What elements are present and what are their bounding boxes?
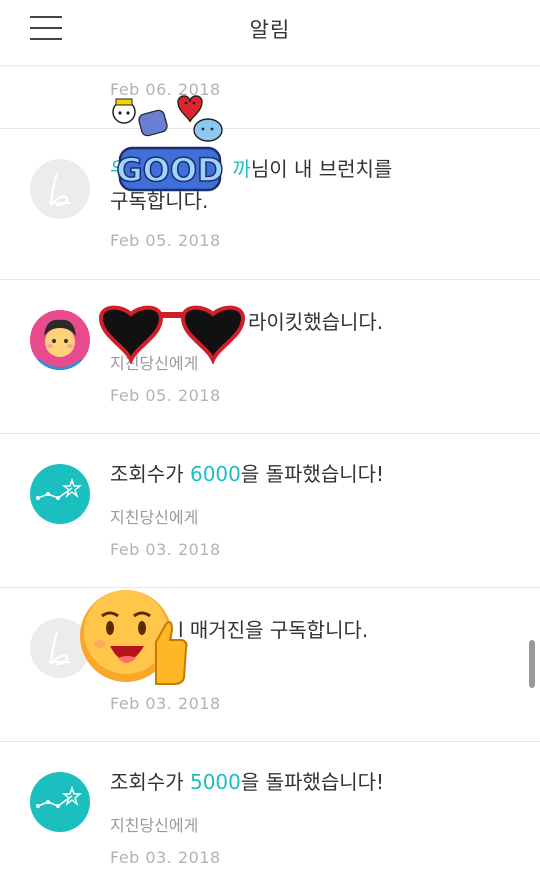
thumbs-up-emoji-sticker xyxy=(76,588,192,692)
notification-item[interactable]: Feb 06. 2018 xyxy=(0,66,540,129)
notification-date: Feb 03. 2018 xyxy=(110,694,221,713)
brunch-b-logo-icon[interactable] xyxy=(30,159,90,219)
notification-item[interactable]: 우까님이 내 브런치를 구독합니다. Feb 05. 2018 xyxy=(0,129,540,280)
notification-item[interactable]: 라이킷했습니다. 지친당신에게 Feb 05. 2018 xyxy=(0,280,540,434)
notification-date: Feb 03. 2018 xyxy=(110,848,221,867)
view-count: 5000 xyxy=(189,770,241,794)
notification-date: Feb 03. 2018 xyxy=(110,540,221,559)
heart-sunglasses-sticker xyxy=(97,302,247,366)
notification-date: Feb 05. 2018 xyxy=(110,231,221,250)
page-title: 알림 xyxy=(249,18,291,42)
notification-message: l 매거진을 구독합니다. xyxy=(178,618,369,642)
stats-graph-icon[interactable] xyxy=(30,464,90,524)
notification-message: 조회수가 5000을 돌파했습니다! xyxy=(110,770,385,794)
app-header: 알림 xyxy=(0,0,540,66)
notification-message: 조회수가 6000을 돌파했습니다! xyxy=(110,462,385,486)
notification-date: Feb 05. 2018 xyxy=(110,386,221,405)
notification-message: 라이킷했습니다. xyxy=(248,310,384,334)
notification-item[interactable]: 조회수가 6000을 돌파했습니다! 지친당신에게 Feb 03. 2018 xyxy=(0,434,540,588)
magazine-name: 지친당신에게 xyxy=(110,816,199,835)
svg-text:GOOD: GOOD xyxy=(116,151,223,189)
stats-graph-icon[interactable] xyxy=(30,772,90,832)
magazine-name: 지친당신에게 xyxy=(110,508,199,527)
cartoon-character-avatar[interactable] xyxy=(30,310,90,370)
characters-good-sticker: GOOD xyxy=(108,88,228,198)
notification-item[interactable]: 조회수가 5000을 돌파했습니다! 지친당신에게 Feb 03. 2018 xyxy=(0,742,540,895)
view-count: 6000 xyxy=(189,462,241,486)
scrollbar[interactable] xyxy=(529,640,535,688)
